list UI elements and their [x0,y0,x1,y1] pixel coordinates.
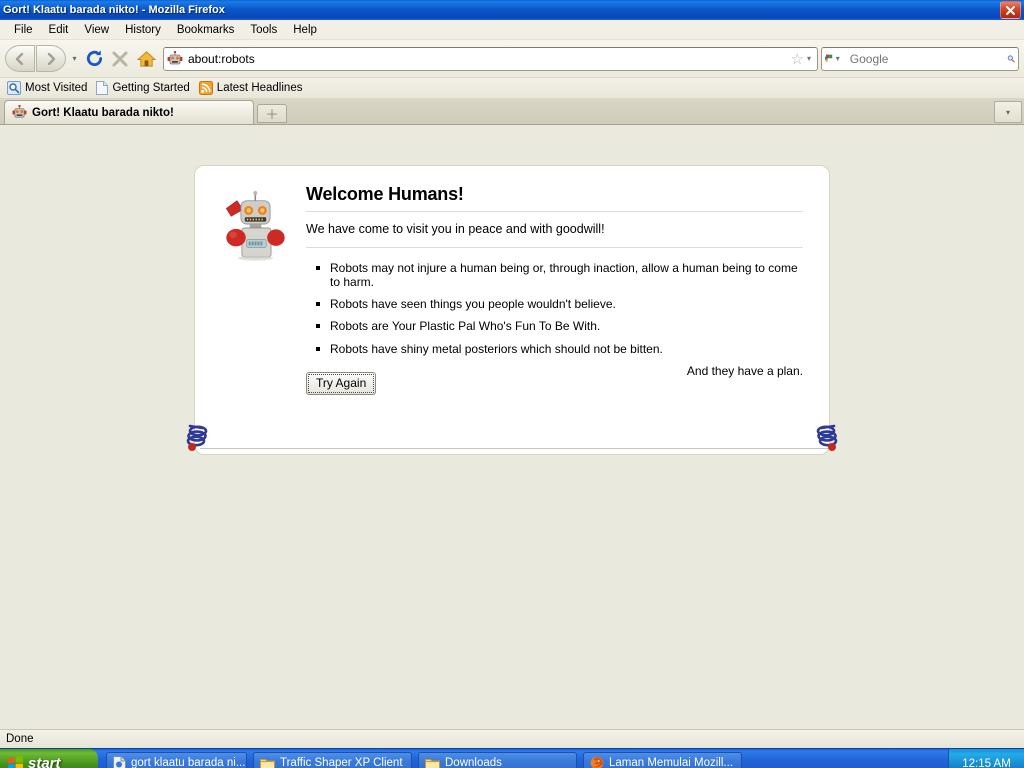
url-input[interactable] [183,50,788,67]
list-item: Robots have seen things you people would… [316,297,803,311]
bookmark-label: Most Visited [25,82,88,94]
spring-left-decoration [186,424,208,451]
bookmark-label: Getting Started [112,82,190,94]
bookmark-getting-started[interactable]: Getting Started [93,80,195,96]
robot-illustration [225,191,285,261]
tagline: And they have a plan. [686,363,803,378]
search-icon[interactable] [1007,51,1015,67]
stop-button[interactable] [107,46,133,72]
taskbar-item-firefox-robots[interactable]: gort klaatu barada ni... [106,752,247,768]
home-icon [136,50,156,67]
tab-bar: Gort! Klaatu barada nikto! ＋ ▾ [0,99,1024,125]
start-button[interactable]: start [0,748,98,768]
new-tab-button[interactable]: ＋ [257,104,287,123]
bookmark-star-icon[interactable]: ☆ [788,50,807,68]
back-forward-dropdown[interactable]: ▾ [68,54,81,63]
menu-bookmarks[interactable]: Bookmarks [169,22,243,38]
robot-favicon [167,50,183,64]
forward-button[interactable] [36,45,66,72]
menu-history[interactable]: History [117,22,169,38]
system-tray: 12:15 AM [948,749,1024,768]
taskbar-item-label: Laman Memulai Mozill... [609,757,733,768]
spring-right-decoration [816,424,838,451]
menu-bar: File Edit View History Bookmarks Tools H… [0,20,1024,40]
robots-panel: Welcome Humans! We have come to visit yo… [194,165,830,455]
page-content: Welcome Humans! We have come to visit yo… [0,125,1024,729]
taskbar-item-downloads[interactable]: Downloads [418,752,577,768]
bookmark-latest-headlines[interactable]: Latest Headlines [196,80,309,96]
clock[interactable]: 12:15 AM [962,758,1011,768]
menu-file[interactable]: File [6,22,41,38]
home-button[interactable] [133,46,159,72]
bookmark-most-visited[interactable]: Most Visited [4,80,93,96]
taskbar-item-label: gort klaatu barada ni... [131,757,246,768]
search-bar[interactable]: ▾ [821,46,1019,71]
menu-edit[interactable]: Edit [41,22,77,38]
folder-icon [425,757,440,768]
start-label: start [28,754,61,768]
rss-icon [198,81,213,95]
try-again-button[interactable]: Try Again [306,371,377,395]
tab-active[interactable]: Gort! Klaatu barada nikto! [4,100,254,124]
taskbar-item-label: Downloads [445,757,502,768]
firefox-doc-icon [113,756,126,768]
panel-body: Welcome Humans! We have come to visit yo… [306,184,803,395]
bookmark-label: Latest Headlines [216,82,303,94]
menu-tools[interactable]: Tools [242,22,285,38]
page-icon [96,81,109,95]
list-item: Robots may not injure a human being or, … [316,261,803,289]
url-dropdown-icon[interactable]: ▾ [807,54,815,63]
folder-icon [260,757,275,768]
window-title: Gort! Klaatu barada nikto! - Mozilla Fir… [3,4,225,16]
tab-label: Gort! Klaatu barada nikto! [32,106,174,119]
menu-view[interactable]: View [76,22,117,38]
page-subtitle: We have come to visit you in peace and w… [306,222,605,236]
search-input[interactable] [843,50,1007,67]
menu-help[interactable]: Help [285,22,325,38]
window-titlebar: Gort! Klaatu barada nikto! - Mozilla Fir… [0,0,1024,20]
search-engine-dropdown-icon[interactable]: ▾ [834,54,844,63]
most-visited-icon [7,81,21,95]
windows-logo-icon [8,755,23,768]
taskbar: start gort klaatu barada ni... Traffic S… [0,748,1024,768]
stop-icon [112,51,128,66]
google-icon [825,54,833,62]
ground-line [200,448,828,449]
robot-favicon [12,105,27,120]
bookmarks-toolbar: Most Visited Getting Started Latest Head… [0,78,1024,99]
robot-laws-list: Robots may not injure a human being or, … [306,248,803,356]
reload-button[interactable] [81,46,107,72]
back-icon [5,45,35,72]
tab-list-button[interactable]: ▾ [994,101,1022,123]
close-button[interactable] [1000,1,1021,19]
page-title: Welcome Humans! [306,184,464,204]
status-text: Done [6,733,34,745]
taskbar-item-label: Traffic Shaper XP Client [280,757,403,768]
list-item: Robots are Your Plastic Pal Who's Fun To… [316,319,803,333]
list-item: Robots have shiny metal posteriors which… [316,342,803,356]
reload-icon [86,50,102,67]
address-bar[interactable]: ☆ ▾ [163,46,818,71]
forward-icon [36,45,66,72]
close-icon [1006,5,1015,15]
navigation-toolbar: ▾ ☆ ▾ [0,40,1024,78]
status-bar: Done [0,729,1024,748]
firefox-icon [590,756,604,768]
taskbar-item-laman-memulai[interactable]: Laman Memulai Mozill... [583,752,742,768]
back-button[interactable] [5,45,35,72]
taskbar-item-traffic-shaper[interactable]: Traffic Shaper XP Client [253,752,412,768]
